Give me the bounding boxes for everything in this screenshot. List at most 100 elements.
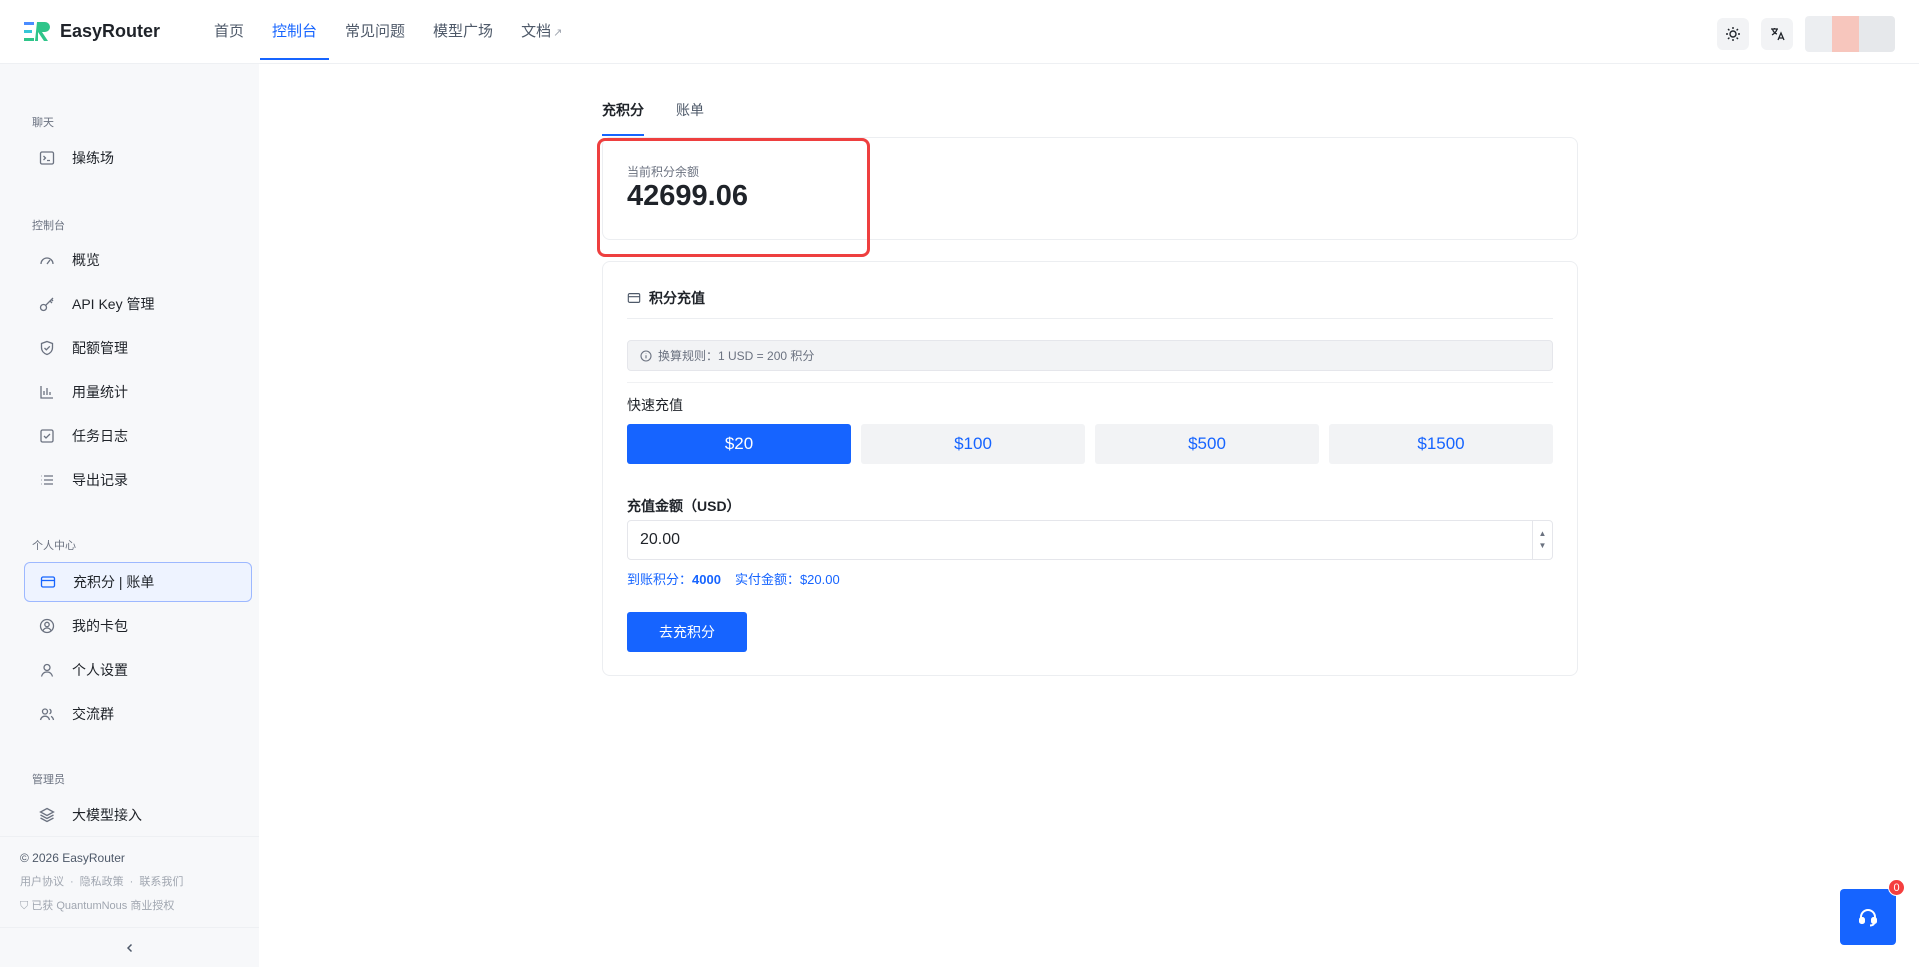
theme-toggle-button[interactable]: [1717, 18, 1749, 50]
credited-label: 到账积分：: [627, 572, 693, 587]
quick-option-500[interactable]: $500: [1095, 424, 1319, 464]
sidebar-item-label: 配额管理: [72, 340, 128, 356]
terms-link[interactable]: 用户协议: [20, 876, 64, 888]
bar-chart-icon: [38, 383, 56, 401]
chevron-left-icon: [126, 943, 132, 952]
key-icon: [38, 295, 56, 313]
balance-label: 当前积分余额: [627, 165, 700, 179]
separator: ·: [70, 876, 74, 888]
chevron-down-icon[interactable]: ▼: [1539, 540, 1547, 552]
tab-recharge[interactable]: 充积分: [602, 92, 644, 136]
sidebar-item-label: 我的卡包: [72, 618, 128, 634]
sidebar-item-label: 个人设置: [72, 662, 128, 678]
sidebar-item-usage[interactable]: 用量统计: [24, 372, 252, 412]
credit-card-icon: [39, 573, 57, 591]
divider: [627, 382, 1553, 383]
paid-value: $20.00: [799, 572, 840, 587]
chevron-up-icon[interactable]: ▲: [1539, 528, 1547, 540]
recharge-submit-button[interactable]: 去充积分: [627, 612, 747, 652]
sidebar-footer: © 2026 EasyRouter 用户协议 · 隐私政策 · 联系我们 ⛉ 已获 Qu…: [0, 836, 259, 927]
list-icon: [38, 471, 56, 489]
sidebar-item-task-log[interactable]: 任务日志: [24, 416, 252, 456]
credited-value: 4000: [692, 572, 721, 587]
external-link-icon: ↗: [553, 26, 563, 39]
language-button[interactable]: [1761, 18, 1793, 50]
sidebar-item-label: 概览: [72, 252, 100, 268]
nav-faq[interactable]: 常见问题: [333, 0, 417, 64]
quick-option-20[interactable]: $20: [627, 424, 851, 464]
amount-input-wrapper: ▲ ▼: [627, 520, 1553, 560]
sidebar-item-community[interactable]: 交流群: [24, 694, 252, 734]
balance-value: 42699.06: [627, 180, 748, 212]
user-circle-icon: [38, 617, 56, 635]
copyright-text: © 2026 EasyRouter: [20, 851, 125, 865]
brand-logo[interactable]: EasyRouter: [24, 21, 184, 43]
tab-bills[interactable]: 账单: [676, 92, 704, 136]
divider: [627, 318, 1553, 319]
sidebar-item-models[interactable]: 大模型接入: [24, 795, 252, 835]
sidebar-item-label: 任务日志: [72, 428, 128, 444]
footer-links: 用户协议 · 隐私政策 · 联系我们: [20, 873, 239, 889]
paid-label: 实付金额：: [734, 572, 800, 587]
terminal-icon: [38, 149, 56, 167]
quick-recharge-label: 快速充值: [627, 397, 683, 413]
translate-icon: [1771, 28, 1785, 41]
page-tabs: 充积分 账单: [602, 92, 736, 136]
layers-icon: [38, 806, 56, 824]
quick-recharge-options: $20 $100 $500 $1500: [627, 424, 1553, 464]
main-nav: 首页 控制台 常见问题 模型广场 文档 ↗: [202, 0, 578, 64]
credit-card-icon: [627, 291, 641, 305]
sidebar-item-settings[interactable]: 个人设置: [24, 650, 252, 690]
group-label-admin: 管理员: [32, 774, 65, 786]
sidebar-item-quota[interactable]: 配额管理: [24, 328, 252, 368]
conversion-rule: 换算规则：1 USD = 200 积分: [627, 340, 1553, 371]
group-label-personal: 个人中心: [32, 540, 76, 552]
logo-icon: [24, 21, 50, 41]
headset-icon: [1859, 909, 1877, 927]
sidebar-item-label: API Key 管理: [72, 296, 155, 312]
sidebar-item-label: 大模型接入: [72, 807, 142, 823]
recharge-summary: 到账积分：4000 实付金额：$20.00: [627, 569, 840, 588]
amount-input[interactable]: [628, 521, 1508, 559]
nav-docs[interactable]: 文档 ↗: [509, 0, 574, 64]
sun-icon: [1726, 27, 1740, 41]
license-label: 已获 QuantumNous 商业授权: [31, 900, 175, 912]
top-header: EasyRouter 首页 控制台 常见问题 模型广场 文档 ↗: [0, 0, 1919, 64]
sidebar-item-label: 充积分 | 账单: [73, 574, 155, 590]
customer-support-button[interactable]: [1840, 889, 1896, 945]
quick-option-1500[interactable]: $1500: [1329, 424, 1553, 464]
shield-icon: ⛉: [20, 900, 29, 912]
license-text: ⛉ 已获 QuantumNous 商业授权: [20, 897, 239, 913]
recharge-title-text: 积分充值: [649, 290, 705, 306]
contact-link[interactable]: 联系我们: [139, 876, 183, 888]
sidebar-item-playground[interactable]: 操练场: [24, 138, 252, 178]
privacy-link[interactable]: 隐私政策: [80, 876, 124, 888]
user-avatar[interactable]: [1805, 16, 1895, 52]
sidebar-item-label: 导出记录: [72, 472, 128, 488]
amount-stepper[interactable]: ▲ ▼: [1532, 521, 1552, 559]
sidebar: 聊天 操练场 控制台 概览 API Key 管理 配额管理 用量统计 任务日志 …: [0, 64, 259, 967]
group-label-chat: 聊天: [32, 117, 54, 129]
nav-docs-label: 文档: [521, 22, 552, 40]
quick-option-100[interactable]: $100: [861, 424, 1085, 464]
separator: ·: [129, 876, 134, 888]
checkbox-icon: [38, 427, 56, 445]
nav-model-market[interactable]: 模型广场: [421, 0, 505, 64]
recharge-card: [602, 261, 1578, 676]
gauge-icon: [38, 251, 56, 269]
recharge-title: 积分充值: [627, 288, 705, 308]
sidebar-item-api-key[interactable]: API Key 管理: [24, 284, 252, 324]
nav-console[interactable]: 控制台: [260, 0, 330, 64]
nav-home[interactable]: 首页: [202, 0, 256, 64]
sidebar-item-recharge[interactable]: 充积分 | 账单: [24, 562, 252, 602]
collapse-sidebar-button[interactable]: [0, 927, 259, 967]
group-label-console: 控制台: [32, 220, 65, 232]
notification-badge: 0: [1888, 879, 1905, 896]
sidebar-item-label: 交流群: [72, 706, 114, 722]
header-actions: [1705, 16, 1895, 52]
sidebar-item-wallet[interactable]: 我的卡包: [24, 606, 252, 646]
sidebar-item-label: 操练场: [72, 150, 114, 166]
sidebar-item-overview[interactable]: 概览: [24, 240, 252, 280]
shield-check-icon: [38, 339, 56, 357]
sidebar-item-export[interactable]: 导出记录: [24, 460, 252, 500]
